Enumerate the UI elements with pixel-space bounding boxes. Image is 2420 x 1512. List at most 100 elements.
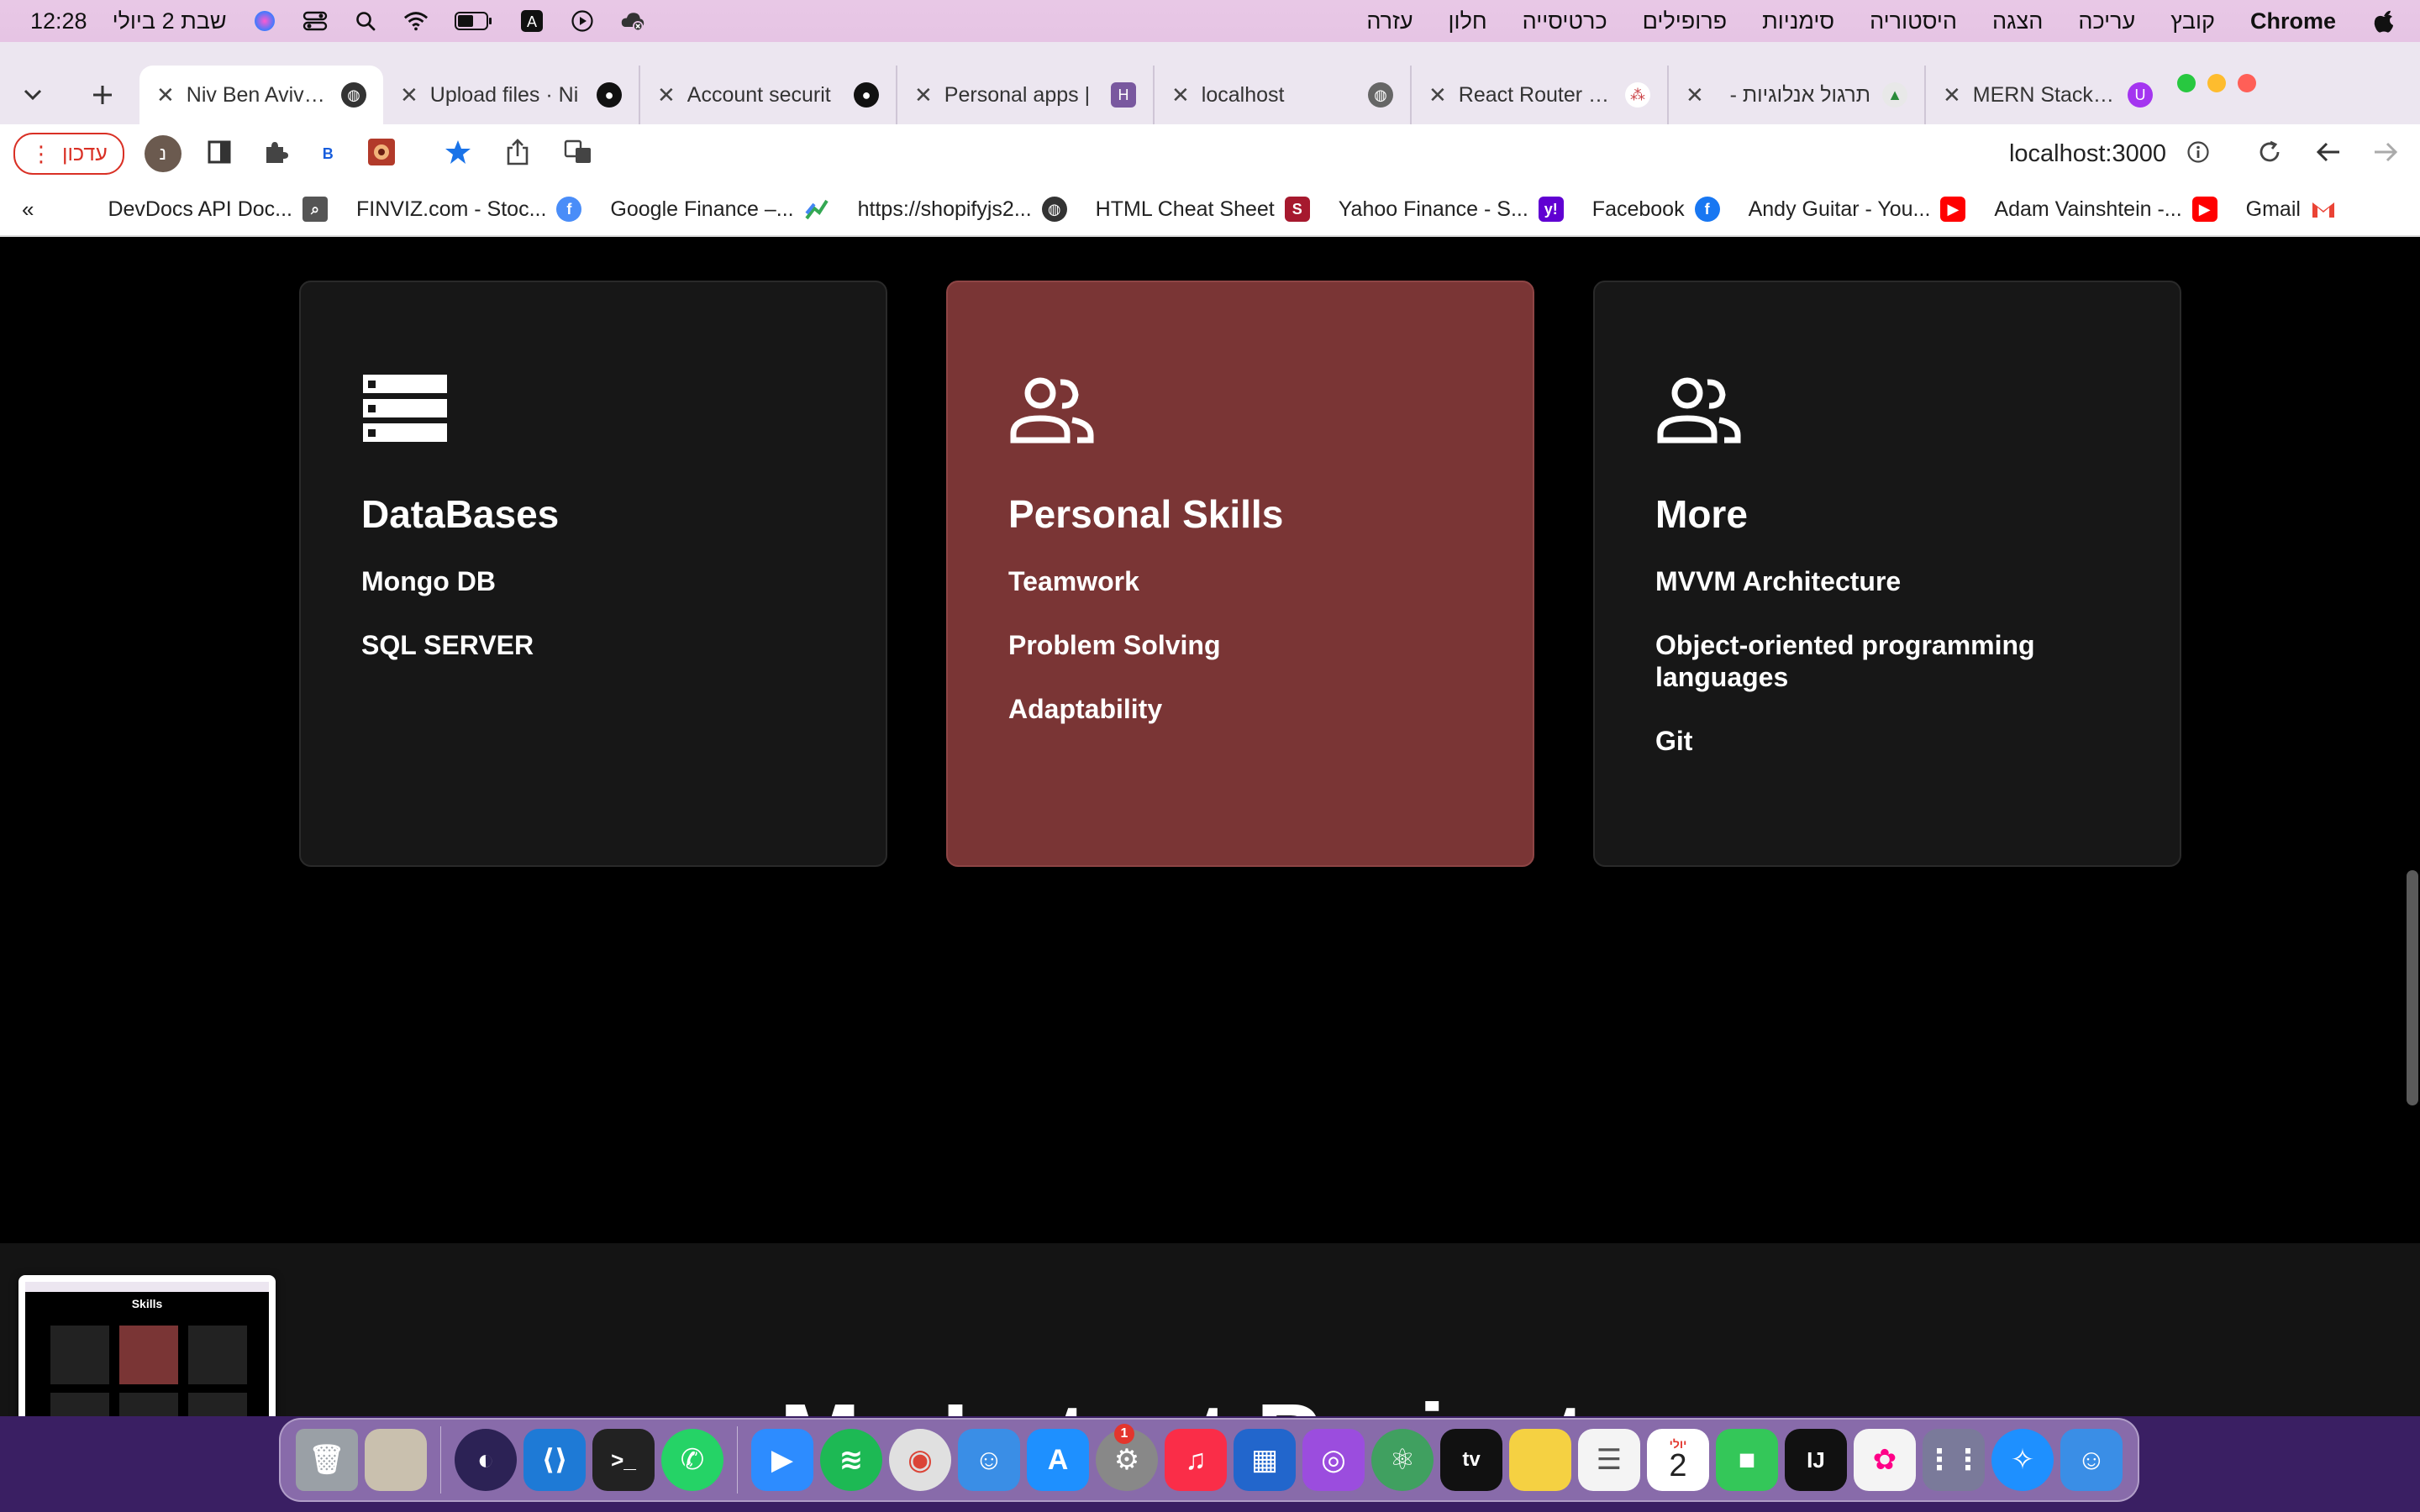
- close-icon[interactable]: ✕: [156, 82, 175, 108]
- update-button[interactable]: ⋮ עדכון: [13, 133, 124, 175]
- menu-profiles[interactable]: פרופילים: [1643, 8, 1727, 34]
- bookmark-yahoo-finance[interactable]: Yahoo Finance - S... y!: [1339, 197, 1564, 222]
- close-icon[interactable]: ✕: [400, 82, 418, 108]
- photos-icon[interactable]: ✿: [1854, 1429, 1916, 1491]
- back-arrow-icon[interactable]: [2316, 141, 2341, 167]
- skill-card-more[interactable]: More MVVM Architecture Object-oriented p…: [1593, 281, 2181, 867]
- control-center-icon[interactable]: [302, 8, 328, 34]
- apple-menu-icon[interactable]: [2371, 8, 2396, 34]
- trash-icon[interactable]: 🗑: [296, 1429, 358, 1491]
- bookmark-adam-vainshtein[interactable]: Adam Vainshtein -... ▶: [1994, 197, 2217, 222]
- wifi-icon[interactable]: [403, 8, 429, 34]
- atom-icon[interactable]: ⚛: [1371, 1429, 1434, 1491]
- spotlight-search-icon[interactable]: [353, 8, 378, 34]
- menu-app-name[interactable]: Chrome: [2250, 8, 2336, 34]
- siri-icon[interactable]: [252, 8, 277, 34]
- bookmark-html-cheat-sheet[interactable]: HTML Cheat Sheet S: [1096, 197, 1310, 222]
- keynote-icon[interactable]: ▦: [1234, 1429, 1296, 1491]
- eclipse-icon[interactable]: ◐: [455, 1429, 517, 1491]
- extensions-icon[interactable]: [262, 139, 289, 170]
- screenshot-thumbnail[interactable]: Skills: [18, 1275, 276, 1416]
- photos-stack-icon[interactable]: [365, 1429, 427, 1491]
- close-icon[interactable]: ✕: [1428, 82, 1447, 108]
- notes-icon[interactable]: [1509, 1429, 1571, 1491]
- facetime-icon[interactable]: ■: [1716, 1429, 1778, 1491]
- minimize-window-button[interactable]: [2207, 74, 2226, 92]
- side-panel-icon[interactable]: [207, 139, 232, 169]
- tab-upload-files[interactable]: ✕ Upload files · Ni ●: [383, 66, 640, 124]
- menu-file[interactable]: קובץ: [2170, 8, 2215, 34]
- menubar-clock[interactable]: 12:28: [30, 8, 87, 34]
- bookmark-devdocs[interactable]: DevDocs API Doc... ⌕: [108, 197, 328, 222]
- system-preferences-icon[interactable]: ⚙ 1: [1096, 1424, 1158, 1491]
- podcasts-icon[interactable]: ◎: [1302, 1429, 1365, 1491]
- share-icon[interactable]: [505, 138, 530, 171]
- tab-search-button[interactable]: [0, 66, 66, 124]
- tab-account-security[interactable]: ✕ Account securit ●: [640, 66, 897, 124]
- forward-arrow-icon[interactable]: [2373, 141, 2398, 167]
- close-icon[interactable]: ✕: [657, 82, 676, 108]
- app-store-icon[interactable]: A: [1027, 1429, 1089, 1491]
- extension-icon[interactable]: [367, 138, 396, 171]
- bookmarks-overflow-icon[interactable]: «: [22, 197, 34, 223]
- close-window-button[interactable]: [2238, 74, 2256, 92]
- bookmark-andy-guitar[interactable]: Andy Guitar - You... ▶: [1749, 197, 1966, 222]
- new-tab-button[interactable]: [66, 66, 139, 124]
- intellij-icon[interactable]: IJ: [1785, 1429, 1847, 1491]
- bookmark-facebook[interactable]: Facebook f: [1592, 197, 1720, 222]
- terminal-icon[interactable]: >_: [592, 1429, 655, 1491]
- menu-view[interactable]: הצגה: [1992, 8, 2043, 34]
- site-info-icon[interactable]: [2186, 140, 2210, 168]
- menu-edit[interactable]: עריכה: [2078, 8, 2135, 34]
- tab-localhost[interactable]: ✕ localhost ◍: [1155, 66, 1412, 124]
- translate-icon[interactable]: [564, 139, 592, 169]
- reminders-icon[interactable]: ☰: [1578, 1429, 1640, 1491]
- close-icon[interactable]: ✕: [1943, 82, 1961, 108]
- spotify-icon[interactable]: ≋: [820, 1429, 882, 1491]
- close-icon[interactable]: ✕: [914, 82, 933, 108]
- safari-icon[interactable]: ✧: [1991, 1429, 2054, 1491]
- close-icon[interactable]: ✕: [1686, 82, 1704, 108]
- web-page: DataBases Mongo DB SQL SERVER Personal S…: [0, 239, 2420, 1416]
- menubar-date[interactable]: שבת 2 ביולי: [113, 8, 227, 34]
- bookmark-shopify[interactable]: https://shopifyjs2... ◍: [858, 197, 1067, 222]
- reload-icon[interactable]: [2257, 139, 2282, 169]
- menu-tab[interactable]: כרטיסייה: [1523, 8, 1607, 34]
- whatsapp-icon[interactable]: ✆: [661, 1429, 723, 1491]
- page-scrollbar[interactable]: [2407, 870, 2418, 1105]
- music-icon[interactable]: ♫: [1165, 1429, 1227, 1491]
- play-icon[interactable]: [570, 8, 595, 34]
- apple-tv-icon[interactable]: tv: [1440, 1429, 1502, 1491]
- tab-personal-apps[interactable]: ✕ Personal apps | H: [897, 66, 1155, 124]
- finder-icon[interactable]: ☺: [958, 1429, 1020, 1491]
- menu-window[interactable]: חלון: [1449, 8, 1487, 34]
- bookmark-finviz[interactable]: FINVIZ.com - Stoc... f: [356, 197, 582, 222]
- tab-niv-ben-aviv[interactable]: ✕ Niv Ben Aviv Pr ◍: [139, 66, 383, 124]
- tab-react-router[interactable]: ✕ React Router | C ⁂: [1412, 66, 1669, 124]
- input-source-icon[interactable]: A: [519, 8, 544, 34]
- skill-card-databases[interactable]: DataBases Mongo DB SQL SERVER: [299, 281, 887, 867]
- menu-help[interactable]: עזרה: [1366, 8, 1413, 34]
- menu-history[interactable]: היסטוריה: [1870, 8, 1957, 34]
- bookmark-star-icon[interactable]: [445, 139, 471, 170]
- bookmark-google-finance[interactable]: Google Finance –...: [610, 197, 829, 222]
- tab-analogies[interactable]: ✕ תרגול אנלוגיות - ▲: [1669, 66, 1926, 124]
- zoom-icon[interactable]: ▶: [751, 1429, 813, 1491]
- address-bar[interactable]: localhost:3000: [2009, 140, 2166, 168]
- bitwarden-extension-icon[interactable]: B: [323, 145, 334, 163]
- close-icon[interactable]: ✕: [1171, 82, 1190, 108]
- zoom-window-button[interactable]: [2177, 74, 2196, 92]
- bookmark-gmail[interactable]: Gmail: [2246, 197, 2336, 222]
- menu-bookmarks[interactable]: סימניות: [1762, 8, 1834, 34]
- creative-cloud-icon[interactable]: [620, 8, 645, 34]
- skill-card-personal-skills[interactable]: Personal Skills Teamwork Problem Solving…: [946, 281, 1534, 867]
- tab-mern-stack[interactable]: ✕ MERN Stack Co U: [1926, 66, 2170, 124]
- launchpad-icon[interactable]: ⋮⋮: [1923, 1429, 1985, 1491]
- vscode-icon[interactable]: ⟨⟩: [523, 1429, 586, 1491]
- profile-avatar[interactable]: נ: [144, 135, 182, 172]
- calendar-icon[interactable]: יולי 2: [1647, 1429, 1709, 1491]
- chrome-icon[interactable]: ◉: [889, 1429, 951, 1491]
- battery-icon[interactable]: [454, 8, 494, 34]
- projects-heading: My Latest Projects: [0, 1389, 2420, 1416]
- finder2-icon[interactable]: ☺: [2060, 1429, 2123, 1491]
